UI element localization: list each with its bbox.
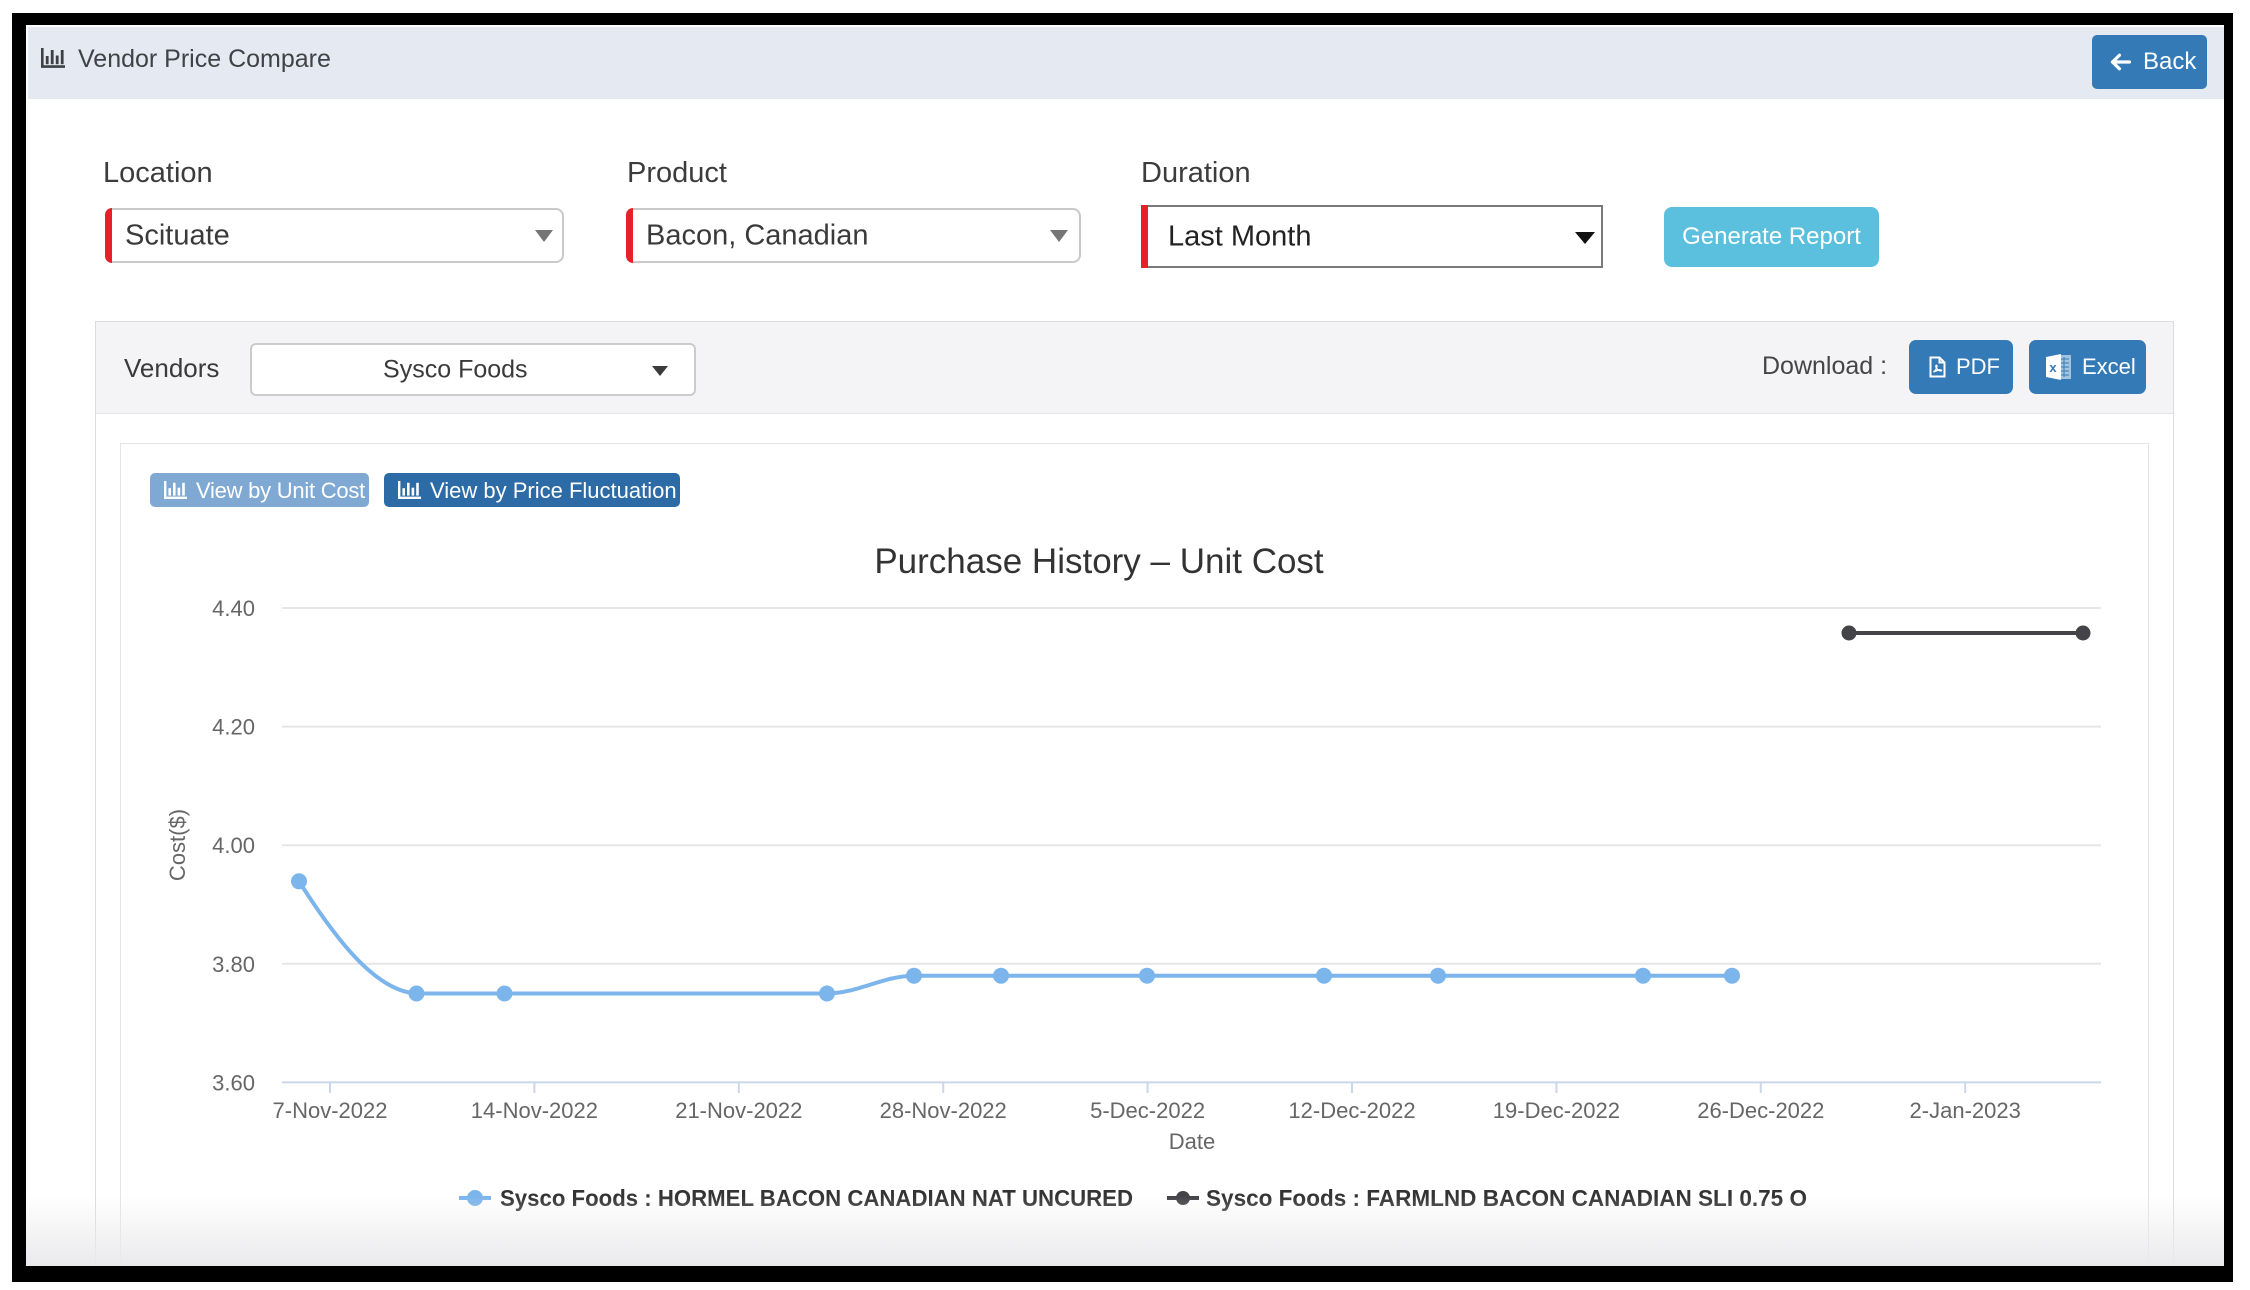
svg-text:Cost($): Cost($) <box>165 809 190 881</box>
svg-text:7-Nov-2022: 7-Nov-2022 <box>273 1098 388 1123</box>
svg-text:26-Dec-2022: 26-Dec-2022 <box>1697 1098 1824 1123</box>
svg-text:3.60: 3.60 <box>212 1070 255 1095</box>
svg-text:12-Dec-2022: 12-Dec-2022 <box>1288 1098 1415 1123</box>
svg-text:21-Nov-2022: 21-Nov-2022 <box>675 1098 802 1123</box>
svg-text:2-Jan-2023: 2-Jan-2023 <box>1910 1098 2021 1123</box>
svg-text:4.20: 4.20 <box>212 715 255 740</box>
svg-text:4.40: 4.40 <box>212 596 255 621</box>
svg-text:4.00: 4.00 <box>212 833 255 858</box>
svg-text:19-Dec-2022: 19-Dec-2022 <box>1493 1098 1620 1123</box>
svg-text:28-Nov-2022: 28-Nov-2022 <box>880 1098 1007 1123</box>
svg-text:Date: Date <box>1169 1129 1215 1154</box>
svg-text:14-Nov-2022: 14-Nov-2022 <box>471 1098 598 1123</box>
svg-text:x: x <box>2049 360 2057 375</box>
svg-text:3.80: 3.80 <box>212 952 255 977</box>
svg-text:5-Dec-2022: 5-Dec-2022 <box>1090 1098 1205 1123</box>
svg-text:Purchase History – Unit Cost: Purchase History – Unit Cost <box>874 542 1324 581</box>
